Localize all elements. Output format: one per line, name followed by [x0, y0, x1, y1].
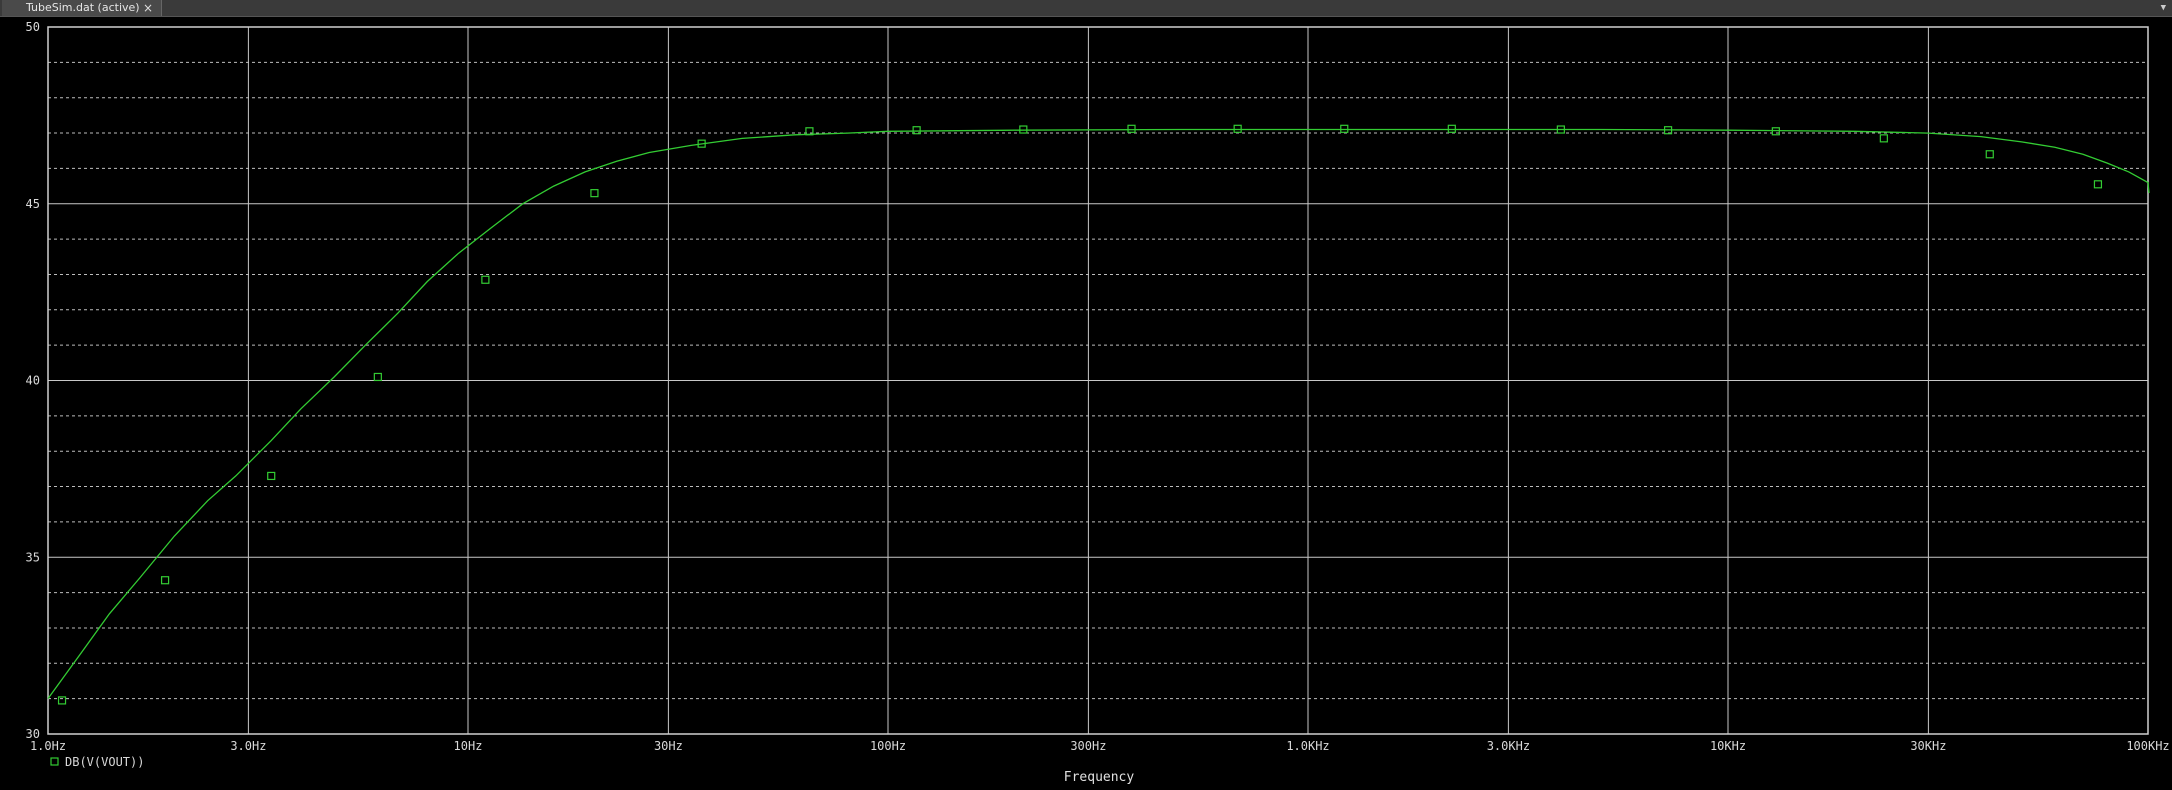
data-marker [1340, 124, 1349, 133]
tab-bar: TubeSim.dat (active) × ▼ [0, 0, 2172, 17]
x-axis-ticks: 1.0Hz 3.0Hz 10Hz 30Hz 100Hz 300Hz 1.0KHz 3.0KHz… [30, 739, 2170, 753]
trace-layer [47, 124, 2150, 705]
data-marker [373, 372, 382, 382]
data-marker [1127, 124, 1136, 133]
data-marker [160, 576, 170, 585]
data-marker [1879, 134, 1888, 143]
x-tick-label: 300Hz [1070, 739, 1106, 753]
y-tick-label: 45 [26, 197, 40, 211]
legend-label: DB(V(VOUT)) [65, 755, 144, 769]
y-tick-label: 35 [26, 550, 40, 564]
chevron-down-icon[interactable]: ▼ [2161, 0, 2166, 16]
y-axis-ticks: 3035404550 [26, 20, 40, 741]
y-tick-label: 40 [26, 374, 40, 388]
legend: DB(V(VOUT)) [50, 755, 144, 769]
x-tick-label: 10KHz [1710, 739, 1746, 753]
data-marker [590, 189, 599, 198]
x-tick-label: 30Hz [654, 739, 683, 753]
x-tick-label: 1.0Hz [30, 739, 66, 753]
plot-area[interactable]: 30 35 40 45 50 1.0Hz 3.0Hz 10Hz 30Hz 100Hz 300Hz 1… [0, 17, 2172, 790]
x-tick-label: 100KHz [2126, 739, 2169, 753]
x-tick-label: 30KHz [1910, 739, 1946, 753]
x-tick-label: 3.0KHz [1487, 739, 1530, 753]
grid [47, 26, 2149, 735]
x-tick-label: 100Hz [870, 739, 906, 753]
data-marker [1233, 124, 1242, 133]
series-line [47, 128, 2150, 699]
y-tick-label: 50 [26, 20, 40, 34]
data-marker [57, 696, 67, 705]
x-tick-label: 10Hz [454, 739, 483, 753]
frequency-response-chart[interactable]: 3035404550 1.0Hz 3.0Hz 10Hz 30Hz 100Hz 300Hz 1… [0, 17, 2172, 790]
data-marker [1447, 124, 1456, 133]
x-tick-label: 3.0Hz [230, 739, 266, 753]
data-marker [2093, 180, 2103, 189]
tab-title: TubeSim.dat (active) [26, 1, 140, 14]
probe-window: TubeSim.dat (active) × ▼ 30 35 40 45 50 1.0H… [0, 0, 2172, 790]
legend-marker [50, 757, 59, 766]
data-marker [481, 275, 490, 284]
x-tick-label: 1.0KHz [1286, 739, 1329, 753]
data-marker [1985, 150, 1994, 159]
tab-tubesim[interactable]: TubeSim.dat (active) × [2, 0, 162, 16]
data-marker [267, 471, 276, 481]
close-icon[interactable]: × [143, 0, 153, 16]
x-axis-label: Frequency [1064, 770, 1135, 785]
